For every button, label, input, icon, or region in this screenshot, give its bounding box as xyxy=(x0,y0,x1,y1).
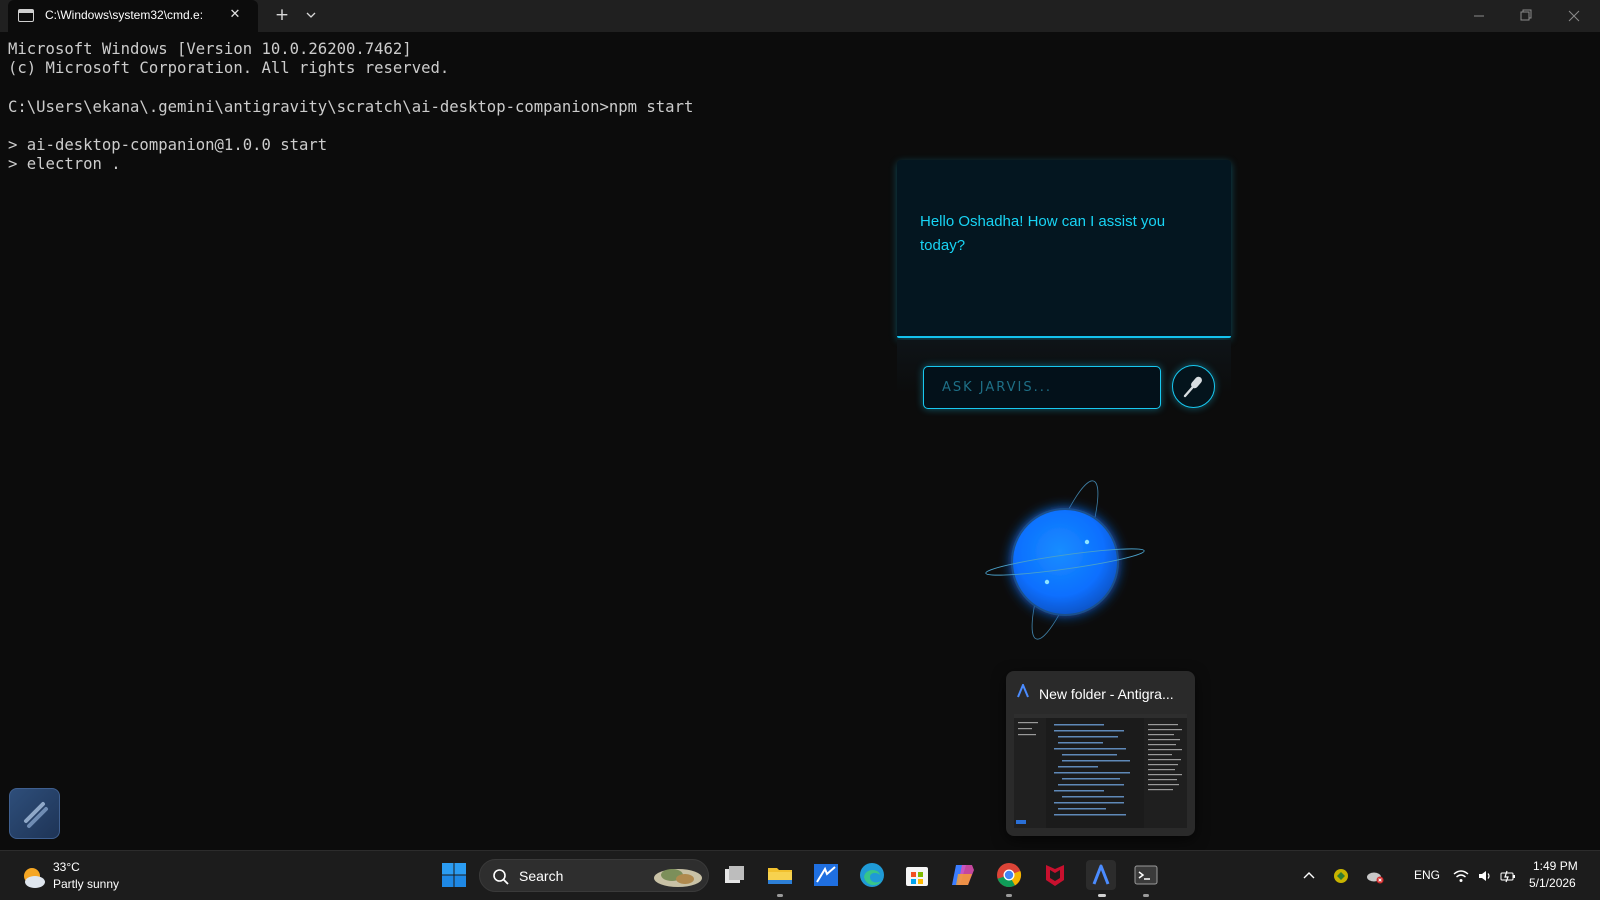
antigravity-icon xyxy=(1016,682,1030,698)
window-thumbnail[interactable]: New folder - Antigra... xyxy=(1006,671,1195,836)
terminal-tab[interactable]: C:\Windows\system32\cmd.e: ✕ xyxy=(8,0,258,32)
microphone-icon xyxy=(1183,376,1202,398)
terminal-icon[interactable] xyxy=(1131,860,1161,890)
taskbar: 33°C Partly sunny Search ENG 1:49 PM 5/1… xyxy=(0,850,1600,900)
search-icon xyxy=(492,868,510,886)
terminal-line: C:\Users\ekana\.gemini\antigravity\scrat… xyxy=(8,97,694,116)
partly-sunny-icon xyxy=(20,864,46,890)
task-view-icon[interactable] xyxy=(719,860,749,890)
terminal-line: > electron . xyxy=(8,155,121,174)
terminal-output[interactable]: Microsoft Windows [Version 10.0.26200.74… xyxy=(8,40,888,174)
clock-time[interactable]: 1:49 PM xyxy=(1533,859,1578,873)
edge-icon[interactable] xyxy=(857,860,887,890)
chevron-up-icon[interactable] xyxy=(1300,867,1318,885)
system-tray: ENG 1:49 PM 5/1/2026 xyxy=(1296,851,1596,900)
minimize-button[interactable] xyxy=(1456,0,1502,32)
file-explorer-icon[interactable] xyxy=(765,860,795,890)
title-bar: C:\Windows\system32\cmd.e: ✕ + xyxy=(0,0,1600,32)
search-label: Search xyxy=(519,868,564,884)
wifi-icon[interactable] xyxy=(1452,867,1470,885)
volume-icon[interactable] xyxy=(1476,867,1494,885)
microphone-button[interactable] xyxy=(1172,365,1215,408)
app-tray-icon[interactable] xyxy=(1332,867,1350,885)
terminal-line: Microsoft Windows [Version 10.0.26200.74… xyxy=(8,40,412,58)
thumbnail-title: New folder - Antigra... xyxy=(1039,686,1174,702)
weather-description: Partly sunny xyxy=(53,877,120,891)
running-indicator xyxy=(1098,894,1106,897)
terminal-icon xyxy=(18,9,34,22)
cloud-error-icon[interactable] xyxy=(1366,867,1384,885)
running-indicator xyxy=(777,894,783,897)
antigravity-icon[interactable] xyxy=(1086,860,1116,890)
jarvis-orb[interactable] xyxy=(980,470,1150,640)
running-indicator xyxy=(1006,894,1012,897)
close-tab-button[interactable]: ✕ xyxy=(226,6,244,24)
ask-jarvis-input[interactable] xyxy=(923,366,1161,409)
weather-temperature: 33°C xyxy=(53,860,80,874)
app-icon[interactable] xyxy=(811,860,841,890)
restore-button[interactable] xyxy=(1503,0,1549,32)
chevron-down-icon[interactable] xyxy=(302,6,320,24)
language-indicator[interactable]: ENG xyxy=(1414,868,1440,882)
tab-title: C:\Windows\system32\cmd.e: xyxy=(45,8,204,22)
chat-panel: Hello Oshadha! How can I assist you toda… xyxy=(897,160,1231,338)
assistant-message: Hello Oshadha! How can I assist you toda… xyxy=(920,213,1166,254)
battery-icon[interactable] xyxy=(1499,867,1517,885)
store-icon[interactable] xyxy=(902,860,932,890)
taskbar-search[interactable]: Search xyxy=(479,859,709,892)
close-window-button[interactable] xyxy=(1551,0,1597,32)
chrome-icon[interactable] xyxy=(994,860,1024,890)
running-indicator xyxy=(1143,894,1149,897)
weather-widget[interactable]: 33°C Partly sunny xyxy=(20,857,140,895)
app-icon xyxy=(24,802,48,828)
widget-app-button[interactable] xyxy=(9,788,60,839)
clock-date[interactable]: 5/1/2026 xyxy=(1529,876,1576,890)
start-icon[interactable] xyxy=(439,860,469,890)
search-highlight-image xyxy=(652,863,704,889)
terminal-line: (c) Microsoft Corporation. All rights re… xyxy=(8,59,450,78)
new-tab-button[interactable]: + xyxy=(272,5,292,25)
copilot-icon[interactable] xyxy=(948,860,978,890)
thumbnail-preview xyxy=(1014,714,1187,828)
terminal-line: > ai-desktop-companion@1.0.0 start xyxy=(8,135,328,154)
mcafee-icon[interactable] xyxy=(1040,860,1070,890)
